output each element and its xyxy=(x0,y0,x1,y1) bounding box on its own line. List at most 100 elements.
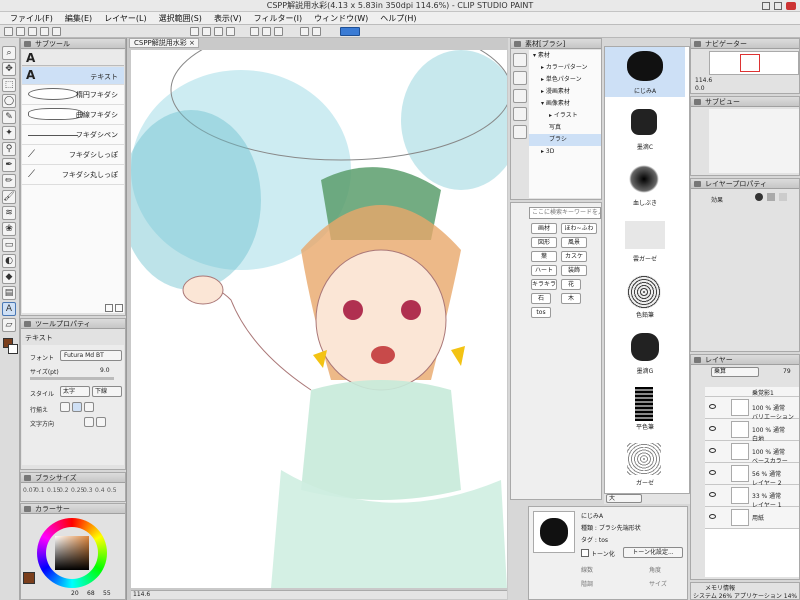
layer-row[interactable]: 33 % 通常 レイヤー 1 xyxy=(705,485,799,509)
bold-toggle[interactable]: 太字 xyxy=(60,386,90,397)
size-value[interactable]: 9.0 xyxy=(100,367,110,374)
eraser-tool-icon[interactable]: ▭ xyxy=(2,238,16,252)
tag-chip[interactable]: tos xyxy=(531,307,551,318)
cut-icon[interactable] xyxy=(190,27,199,36)
layer-row[interactable]: 用紙 xyxy=(705,507,799,529)
tone-effect-icon[interactable] xyxy=(767,193,775,201)
brushsize-item[interactable]: 0.07 xyxy=(23,487,36,499)
pencil-tool-icon[interactable]: ✏ xyxy=(2,174,16,188)
airbrush-tool-icon[interactable]: ≋ xyxy=(2,206,16,220)
material-tab-icon[interactable] xyxy=(513,89,527,103)
brush-item[interactable]: 平色筆 xyxy=(605,383,685,433)
window-controls[interactable] xyxy=(762,1,798,11)
tag-chip[interactable]: 画材 xyxy=(531,223,557,234)
deselect-icon[interactable] xyxy=(262,27,271,36)
layer-row[interactable]: 56 % 通常 レイヤー 2 xyxy=(705,463,799,487)
copy-icon[interactable] xyxy=(202,27,211,36)
tone-settings-button[interactable]: トーン化設定... xyxy=(623,547,683,558)
layer-row[interactable]: 100 % 通常 ベースカラー xyxy=(705,441,799,465)
border-effect-icon[interactable] xyxy=(755,193,763,201)
tag-chip[interactable]: 葉 xyxy=(531,251,557,262)
font-select[interactable]: Futura Md BT xyxy=(60,350,122,361)
text-tool-icon[interactable]: A xyxy=(2,302,16,316)
current-color-swatch[interactable] xyxy=(23,572,35,584)
saturation-square[interactable] xyxy=(55,536,89,570)
subtool-item-ellipse-balloon[interactable]: 楕円フキダシ xyxy=(22,85,124,105)
brushsize-item[interactable]: 0.15 xyxy=(47,487,60,499)
redo-icon[interactable] xyxy=(52,27,61,36)
navigator-rotate-value[interactable]: 0.0 xyxy=(695,85,705,92)
subtool-item-balloon-pen[interactable]: フキダシペン xyxy=(22,125,124,145)
hue-ring[interactable] xyxy=(37,518,107,588)
material-tab-icon[interactable] xyxy=(513,71,527,85)
menu-layer[interactable]: レイヤー(L) xyxy=(98,12,152,25)
navigator-preview[interactable] xyxy=(709,51,799,75)
navigator-zoom-value[interactable]: 114.6 xyxy=(695,77,712,84)
tone-checkbox[interactable] xyxy=(581,549,589,557)
brushsize-item[interactable]: 0.5 xyxy=(107,487,118,499)
layer-color-icon[interactable] xyxy=(779,193,787,201)
visibility-icon[interactable] xyxy=(709,470,716,475)
brushsize-item[interactable]: 0.2 xyxy=(59,487,70,499)
invert-icon[interactable] xyxy=(274,27,283,36)
horizontal-text-icon[interactable] xyxy=(84,417,94,427)
subtool-item-text[interactable]: A テキスト xyxy=(22,67,124,85)
align-right-icon[interactable] xyxy=(84,402,94,412)
canvas-zoom-value[interactable]: 114.6 xyxy=(133,591,150,598)
material-tab-icon[interactable] xyxy=(513,125,527,139)
brush-item[interactable]: 墨滴G xyxy=(605,327,685,377)
size-slider[interactable] xyxy=(30,377,114,380)
select-tool-icon[interactable]: ◯ xyxy=(2,94,16,108)
blend-mode-select[interactable]: 乗算 xyxy=(711,367,759,377)
maximize-icon[interactable] xyxy=(774,2,782,10)
menu-help[interactable]: ヘルプ(H) xyxy=(374,12,422,25)
memo-icon[interactable] xyxy=(340,27,360,36)
brushsize-item[interactable]: 0.4 xyxy=(95,487,106,499)
tree-item-manga[interactable]: ▸ 漫画素材 xyxy=(529,86,601,98)
brush-item[interactable]: 墨滴C xyxy=(605,103,685,153)
brush-item[interactable]: 色鉛筆 xyxy=(605,271,685,321)
paste-icon[interactable] xyxy=(214,27,223,36)
visibility-icon[interactable] xyxy=(709,492,716,497)
sub-color-swatch[interactable] xyxy=(8,344,18,354)
minimize-icon[interactable] xyxy=(762,2,770,10)
tag-chip[interactable]: 装飾 xyxy=(561,265,587,276)
menu-filter[interactable]: フィルター(I) xyxy=(248,12,308,25)
canvas[interactable] xyxy=(131,50,507,588)
save-icon[interactable] xyxy=(28,27,37,36)
tag-chip[interactable]: 花 xyxy=(561,279,581,290)
menu-window[interactable]: ウィンドウ(W) xyxy=(308,12,374,25)
tree-item-3d[interactable]: ▸ 3D xyxy=(529,146,601,158)
tree-item-mono-pattern[interactable]: ▸ 単色パターン xyxy=(529,74,601,86)
layer-row[interactable]: 100 % 通常 白地 xyxy=(705,419,799,443)
visibility-icon[interactable] xyxy=(709,404,716,409)
new-subtool-icon[interactable] xyxy=(105,304,113,312)
transform-icon[interactable] xyxy=(250,27,259,36)
fill-tool-icon[interactable]: ◆ xyxy=(2,270,16,284)
material-tab-icon[interactable] xyxy=(513,107,527,121)
tag-chip[interactable]: ハート xyxy=(531,265,557,276)
brushsize-item[interactable]: 0.3 xyxy=(83,487,94,499)
tag-chip[interactable]: ほわ~ふわ xyxy=(561,223,597,234)
pen-tool-icon[interactable]: ✒ xyxy=(2,158,16,172)
tag-chip[interactable]: キラキラ xyxy=(531,279,557,290)
eyedropper-tool-icon[interactable]: ⚲ xyxy=(2,142,16,156)
brush-item[interactable]: にじみA xyxy=(605,47,685,97)
balloon-tool-icon[interactable]: ▱ xyxy=(2,318,16,332)
navigator-viewport[interactable] xyxy=(740,54,760,72)
visibility-icon[interactable] xyxy=(709,514,716,519)
align-center-icon[interactable] xyxy=(72,402,82,412)
delete-subtool-icon[interactable] xyxy=(115,304,123,312)
menu-selection[interactable]: 選択範囲(S) xyxy=(153,12,208,25)
subtool-item-balloon-tail[interactable]: ⟋ フキダシしっぽ xyxy=(22,145,124,165)
layer-row[interactable]: 乗覚影1 xyxy=(705,387,799,397)
material-tab-icon[interactable] xyxy=(513,53,527,67)
text-group-icon[interactable]: A xyxy=(26,51,35,65)
move-tool-icon[interactable]: ✥ xyxy=(2,62,16,76)
tag-chip[interactable]: カスケ xyxy=(561,251,587,262)
gradient-tool-icon[interactable]: ▤ xyxy=(2,286,16,300)
vertical-text-icon[interactable] xyxy=(96,417,106,427)
close-icon[interactable] xyxy=(786,2,796,10)
material-search-input[interactable] xyxy=(529,207,601,219)
brushsize-item[interactable]: 0.1 xyxy=(35,487,46,499)
